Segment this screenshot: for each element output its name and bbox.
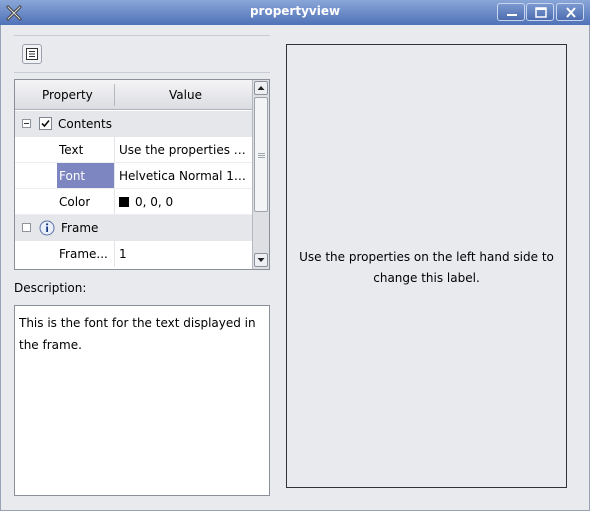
description-label: Description: — [14, 281, 87, 295]
application-window: propertyview Property Value Contents Tex… — [0, 0, 590, 511]
close-icon — [566, 7, 576, 18]
property-name-frame: Frame... — [59, 247, 108, 261]
preview-frame: Use the properties on the left hand side… — [286, 44, 567, 488]
title-bar[interactable]: propertyview — [0, 0, 590, 25]
property-name-text: Text — [59, 143, 84, 157]
arrow-down-icon — [257, 258, 265, 262]
maximize-button[interactable] — [526, 3, 554, 21]
property-name-font: Font — [59, 169, 86, 183]
toolbar-top-separator — [14, 35, 270, 36]
info-icon — [39, 220, 55, 236]
column-separator[interactable] — [114, 84, 115, 106]
group-label-contents: Contents — [58, 117, 112, 131]
property-value-text[interactable]: Use the properties o... — [119, 143, 251, 157]
scroll-up-button[interactable] — [254, 81, 268, 95]
property-tree[interactable]: Property Value Contents Text Use the pro… — [14, 79, 270, 270]
close-button[interactable] — [556, 3, 584, 21]
column-divider — [114, 241, 115, 267]
column-divider — [114, 137, 115, 163]
color-swatch — [119, 197, 129, 207]
toolbar-bottom-separator — [14, 72, 270, 73]
tree-row-text[interactable]: Text Use the properties o... — [15, 137, 253, 163]
description-text-area: This is the font for the text displayed … — [14, 305, 270, 496]
maximize-icon — [535, 7, 547, 18]
thumb-grip — [258, 153, 265, 154]
color-value-text: 0, 0, 0 — [135, 195, 174, 209]
thumb-grip — [258, 155, 265, 156]
scroll-down-button[interactable] — [254, 253, 268, 267]
tree-header: Property Value — [15, 80, 253, 110]
column-header-value[interactable]: Value — [169, 88, 202, 102]
scroll-thumb[interactable] — [254, 97, 268, 212]
tree-row-frame-width[interactable]: Frame... 1 — [15, 241, 253, 267]
tree-row-color[interactable]: Color 0, 0, 0 — [15, 189, 253, 215]
property-value-color[interactable]: 0, 0, 0 — [119, 195, 173, 209]
preview-label: Use the properties on the left hand side… — [299, 250, 554, 285]
view-mode-button[interactable] — [22, 44, 42, 64]
contents-checkbox[interactable] — [39, 117, 52, 130]
property-value-frame[interactable]: 1 — [119, 247, 127, 261]
thumb-grip — [258, 157, 265, 158]
property-value-font[interactable]: Helvetica Normal 10... — [119, 169, 251, 183]
checkmark-icon — [41, 119, 50, 128]
tree-row-frame[interactable]: Frame — [15, 215, 253, 241]
minimize-icon — [507, 14, 517, 16]
vertical-scrollbar[interactable] — [252, 80, 269, 269]
list-icon — [26, 48, 38, 60]
expand-toggle[interactable] — [22, 223, 31, 232]
column-divider — [114, 189, 115, 215]
arrow-up-icon — [257, 86, 265, 90]
property-name-color: Color — [59, 195, 91, 209]
tree-row-font[interactable]: Font Helvetica Normal 10... — [15, 163, 253, 189]
column-header-property[interactable]: Property — [42, 88, 93, 102]
collapse-toggle[interactable] — [22, 119, 31, 128]
tree-row-contents[interactable]: Contents — [15, 111, 253, 137]
minimize-button[interactable] — [497, 3, 525, 21]
column-divider — [114, 163, 115, 189]
group-label-frame: Frame — [61, 221, 99, 235]
